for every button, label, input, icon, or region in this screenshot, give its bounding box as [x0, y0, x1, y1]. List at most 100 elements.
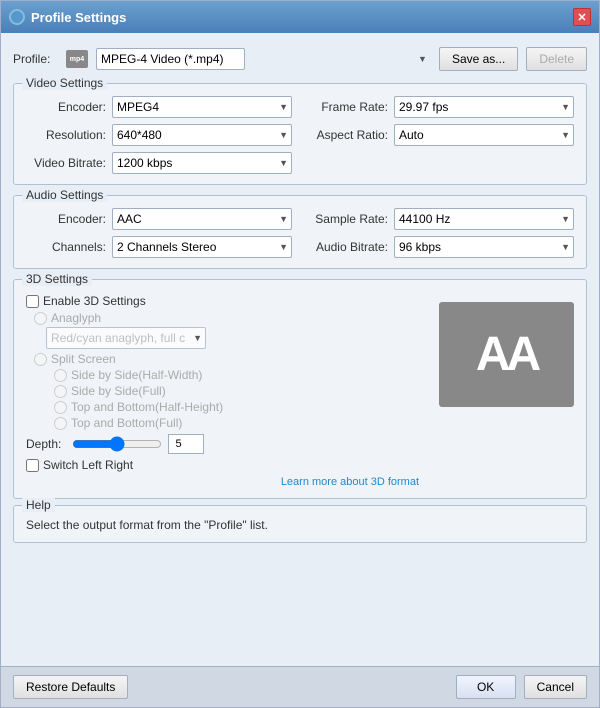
help-section: Help Select the output format from the "… [13, 505, 587, 543]
channels-select-wrapper: 2 Channels Stereo ▼ [112, 236, 292, 258]
audio-settings-grid: Encoder: AAC ▼ Sample Rate: 44100 Hz [26, 208, 574, 258]
split-half-width-radio[interactable] [54, 369, 67, 382]
3d-settings-left: Enable 3D Settings Anaglyph Red/cyan ana… [26, 288, 429, 488]
top-bottom-full-label: Top and Bottom(Full) [71, 416, 182, 430]
aspect-ratio-select[interactable]: Auto [394, 124, 574, 146]
video-settings-grid: Encoder: MPEG4 ▼ Frame Rate: 29.97 fps [26, 96, 574, 174]
bottom-bar: Restore Defaults OK Cancel [1, 666, 599, 707]
video-empty-cell [308, 152, 574, 174]
title-bar: Profile Settings ✕ [1, 1, 599, 33]
video-bitrate-select-wrapper: 1200 kbps ▼ [112, 152, 292, 174]
split-full-radio[interactable] [54, 385, 67, 398]
channels-label: Channels: [26, 240, 106, 254]
sample-rate-select-wrapper: 44100 Hz ▼ [394, 208, 574, 230]
profile-label: Profile: [13, 52, 58, 66]
save-as-button[interactable]: Save as... [439, 47, 518, 71]
depth-label: Depth: [26, 437, 66, 451]
window-title: Profile Settings [31, 10, 567, 25]
resolution-select-wrapper: 640*480 ▼ [112, 124, 292, 146]
delete-button[interactable]: Delete [526, 47, 587, 71]
split-option-1-row: Side by Side(Half-Width) [46, 368, 429, 382]
restore-defaults-button[interactable]: Restore Defaults [13, 675, 128, 699]
split-screen-radio[interactable] [34, 353, 47, 366]
resolution-label: Resolution: [26, 128, 106, 142]
preview-text: AA [476, 327, 537, 382]
audio-encoder-select-wrapper: AAC ▼ [112, 208, 292, 230]
depth-row: Depth: [26, 434, 429, 454]
audio-bitrate-select-wrapper: 96 kbps ▼ [394, 236, 574, 258]
audio-encoder-label: Encoder: [26, 212, 106, 226]
sample-rate-select[interactable]: 44100 Hz [394, 208, 574, 230]
video-bitrate-label: Video Bitrate: [26, 156, 106, 170]
frame-rate-select-wrapper: 29.97 fps ▼ [394, 96, 574, 118]
profile-select[interactable]: MPEG-4 Video (*.mp4) [96, 48, 245, 70]
audio-settings-title: Audio Settings [22, 188, 107, 202]
resolution-select[interactable]: 640*480 [112, 124, 292, 146]
sample-rate-row: Sample Rate: 44100 Hz ▼ [308, 208, 574, 230]
anaglyph-label: Anaglyph [51, 311, 101, 325]
video-settings-title: Video Settings [22, 76, 107, 90]
top-bottom-half-label: Top and Bottom(Half-Height) [71, 400, 223, 414]
window-icon [9, 9, 25, 25]
resolution-row: Resolution: 640*480 ▼ [26, 124, 292, 146]
frame-rate-label: Frame Rate: [308, 100, 388, 114]
encoder-label: Encoder: [26, 100, 106, 114]
channels-select[interactable]: 2 Channels Stereo [112, 236, 292, 258]
audio-encoder-select[interactable]: AAC [112, 208, 292, 230]
switch-left-right-row: Switch Left Right [26, 458, 429, 472]
close-button[interactable]: ✕ [573, 8, 591, 26]
split-option-3-row: Top and Bottom(Half-Height) [46, 400, 429, 414]
depth-slider[interactable] [72, 437, 162, 451]
switch-left-right-checkbox[interactable] [26, 459, 39, 472]
depth-value[interactable] [168, 434, 204, 454]
audio-bitrate-select[interactable]: 96 kbps [394, 236, 574, 258]
split-full-label: Side by Side(Full) [71, 384, 166, 398]
profile-row: Profile: mp4 MPEG-4 Video (*.mp4) ▼ Save… [13, 41, 587, 77]
profile-select-wrapper: MPEG-4 Video (*.mp4) ▼ [96, 48, 431, 70]
video-bitrate-select[interactable]: 1200 kbps [112, 152, 292, 174]
anaglyph-radio[interactable] [34, 312, 47, 325]
anaglyph-row: Anaglyph [26, 311, 429, 325]
top-bottom-half-radio[interactable] [54, 401, 67, 414]
profile-select-arrow-icon: ▼ [418, 54, 427, 64]
encoder-row: Encoder: MPEG4 ▼ [26, 96, 292, 118]
split-half-width-label: Side by Side(Half-Width) [71, 368, 202, 382]
audio-bitrate-label: Audio Bitrate: [308, 240, 388, 254]
enable-3d-label: Enable 3D Settings [43, 294, 146, 308]
learn-more-link[interactable]: Learn more about 3D format [26, 476, 419, 488]
anaglyph-select-row: Red/cyan anaglyph, full color ▼ [26, 327, 429, 349]
aspect-ratio-label: Aspect Ratio: [308, 128, 388, 142]
cancel-button[interactable]: Cancel [524, 675, 587, 699]
encoder-select[interactable]: MPEG4 [112, 96, 292, 118]
encoder-select-wrapper: MPEG4 ▼ [112, 96, 292, 118]
aspect-ratio-select-wrapper: Auto ▼ [394, 124, 574, 146]
frame-rate-select[interactable]: 29.97 fps [394, 96, 574, 118]
split-screen-label: Split Screen [51, 352, 116, 366]
ok-button[interactable]: OK [456, 675, 516, 699]
anaglyph-select-wrapper: Red/cyan anaglyph, full color ▼ [46, 327, 206, 349]
top-bottom-full-radio[interactable] [54, 417, 67, 430]
enable-3d-checkbox[interactable] [26, 295, 39, 308]
audio-encoder-row: Encoder: AAC ▼ [26, 208, 292, 230]
aspect-ratio-row: Aspect Ratio: Auto ▼ [308, 124, 574, 146]
profile-format-icon: mp4 [66, 50, 88, 68]
sample-rate-label: Sample Rate: [308, 212, 388, 226]
help-text: Select the output format from the "Profi… [26, 518, 574, 532]
enable-3d-row: Enable 3D Settings [26, 294, 429, 308]
split-sub-options: Side by Side(Half-Width) Side by Side(Fu… [26, 368, 429, 430]
frame-rate-row: Frame Rate: 29.97 fps ▼ [308, 96, 574, 118]
help-title: Help [22, 498, 55, 512]
main-content: Profile: mp4 MPEG-4 Video (*.mp4) ▼ Save… [1, 33, 599, 666]
split-screen-row: Split Screen [26, 352, 429, 366]
anaglyph-select[interactable]: Red/cyan anaglyph, full color [46, 327, 206, 349]
split-option-4-row: Top and Bottom(Full) [46, 416, 429, 430]
video-bitrate-row: Video Bitrate: 1200 kbps ▼ [26, 152, 292, 174]
video-settings-section: Video Settings Encoder: MPEG4 ▼ Frame Ra… [13, 83, 587, 185]
channels-row: Channels: 2 Channels Stereo ▼ [26, 236, 292, 258]
bottom-right-buttons: OK Cancel [456, 675, 587, 699]
3d-settings-section: 3D Settings Enable 3D Settings Anaglyph … [13, 279, 587, 499]
switch-left-right-label: Switch Left Right [43, 458, 133, 472]
profile-settings-window: Profile Settings ✕ Profile: mp4 MPEG-4 V… [0, 0, 600, 708]
3d-settings-title: 3D Settings [22, 272, 92, 286]
split-option-2-row: Side by Side(Full) [46, 384, 429, 398]
